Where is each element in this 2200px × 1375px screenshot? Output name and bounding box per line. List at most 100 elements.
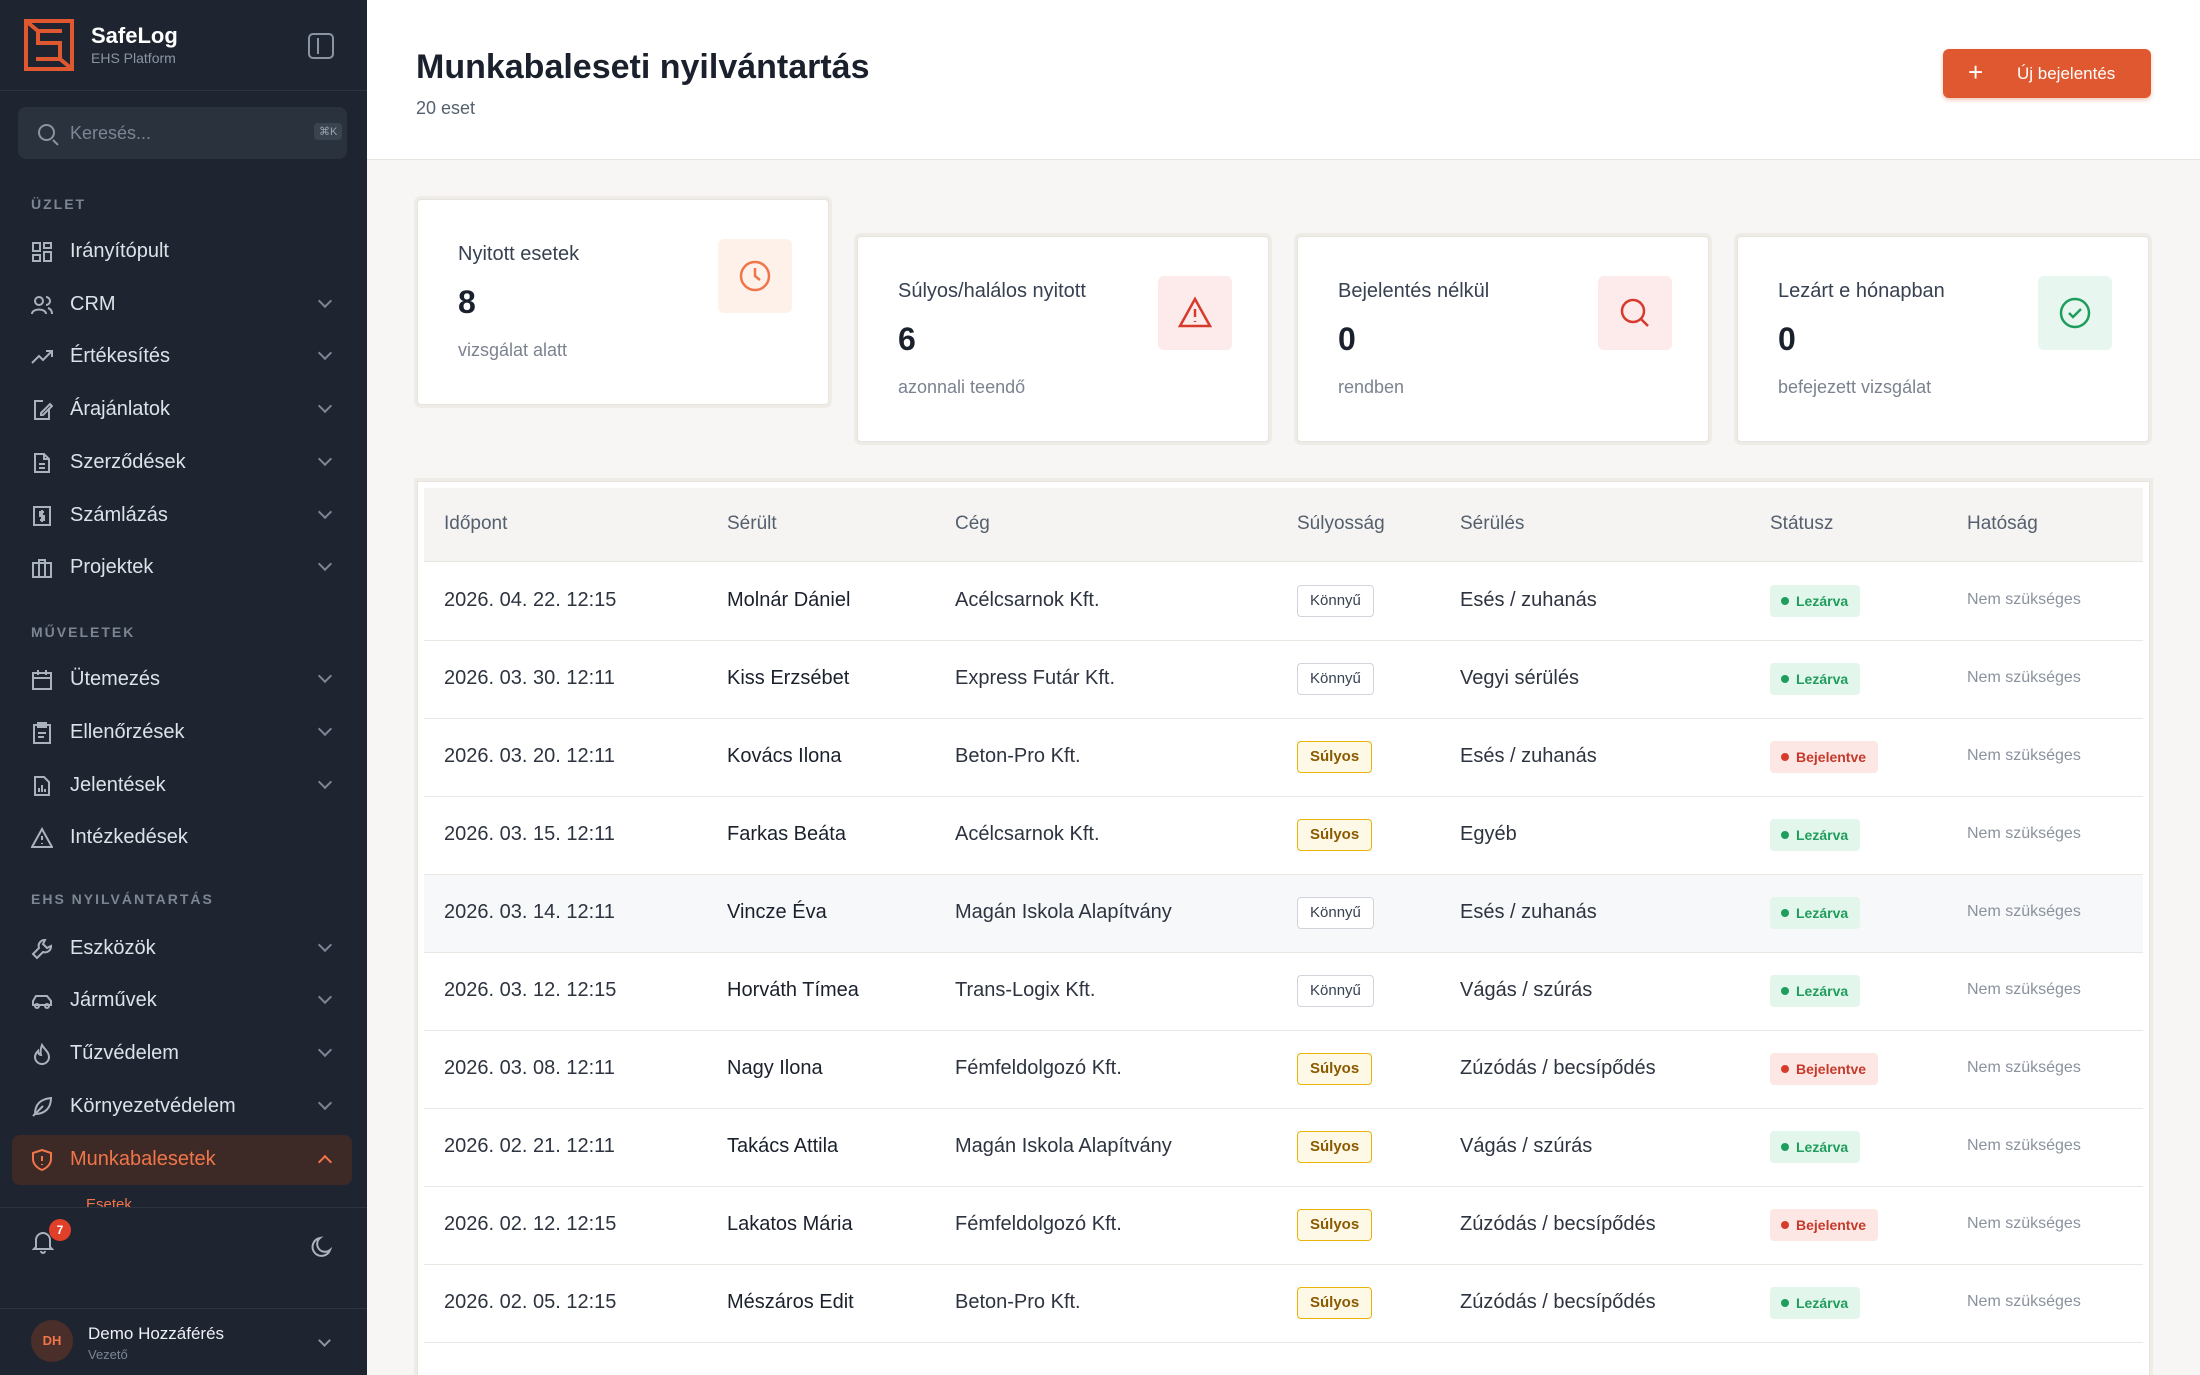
search-icon <box>1598 276 1672 350</box>
sidebar-item-work-accidents[interactable]: Munkabalesetek <box>12 1135 352 1185</box>
flame-icon <box>33 1043 51 1065</box>
sidebar-item-label: Tűzvédelem <box>70 1042 179 1064</box>
cell-authority: Nem szükséges <box>1967 1059 2081 1076</box>
severity-badge: Könnyű <box>1297 663 1374 695</box>
sidebar-item-fire-safety[interactable]: Tűzvédelem <box>12 1029 352 1079</box>
cell-injury: Vegyi sérülés <box>1460 667 1579 689</box>
stat-card-subtitle: azonnali teendő <box>898 377 1026 397</box>
sidebar-item-label: Szerződések <box>70 451 186 473</box>
cell-time: 2026. 03. 12. 12:15 <box>444 979 617 1001</box>
stat-card-title: Lezárt e hónapban <box>1778 280 1945 302</box>
cell-injured: Kovács Ilona <box>727 745 842 767</box>
cell-authority: Nem szükséges <box>1967 1293 2081 1310</box>
file-text-icon <box>34 453 50 473</box>
column-header-injury[interactable]: Sérülés <box>1460 513 1524 535</box>
sidebar-item-quotes[interactable]: Árajánlatok <box>12 385 352 435</box>
sidebar-item-inspections[interactable]: Ellenőrzések <box>12 708 352 758</box>
new-report-button[interactable]: + Új bejelentés <box>1943 49 2151 98</box>
cell-injury: Zúzódás / becsípődés <box>1460 1057 1656 1079</box>
avatar: DH <box>31 1320 73 1362</box>
sidebar-item-actions[interactable]: Intézkedések <box>12 813 352 863</box>
sidebar-item-label: Munkabalesetek <box>70 1148 216 1170</box>
chevron-down-icon <box>317 556 333 572</box>
chevron-down-icon <box>317 937 333 953</box>
moon-icon[interactable] <box>310 1235 334 1259</box>
chevron-down-icon <box>317 451 333 467</box>
sidebar-item-sales[interactable]: Értékesítés <box>12 332 352 382</box>
column-header-status[interactable]: Státusz <box>1770 513 1833 535</box>
table-row[interactable]: 2026. 03. 08. 12:11 Nagy Ilona Fémfeldolgo… <box>424 1031 2143 1109</box>
cell-time: 2026. 03. 14. 12:11 <box>444 901 615 923</box>
cell-injured: Kiss Erzsébet <box>727 667 850 689</box>
warning-icon <box>1158 276 1232 350</box>
sidebar-item-reports[interactable]: Jelentések <box>12 761 352 811</box>
chevron-down-icon <box>318 1334 331 1347</box>
sidebar-item-label: Ellenőrzések <box>70 721 185 743</box>
severity-badge: Súlyos <box>1297 1053 1373 1085</box>
sidebar-item-billing[interactable]: Számlázás <box>12 491 352 541</box>
sidebar-item-tools[interactable]: Eszközök <box>12 924 352 974</box>
sidebar-collapse-icon[interactable] <box>308 33 334 59</box>
status-badge: Lezárva <box>1770 897 1861 929</box>
status-badge: Lezárva <box>1770 975 1861 1007</box>
sidebar-item-label: Irányítópult <box>70 240 169 262</box>
cell-company: Beton-Pro Kft. <box>955 1291 1081 1313</box>
page-header: Munkabaleseti nyilvántartás 20 eset + Új… <box>367 0 2200 160</box>
file-edit-icon <box>34 400 53 420</box>
status-badge: Lezárva <box>1770 585 1861 617</box>
sidebar: SafeLog EHS Platform ⌘K ÜZLET Irányítópu… <box>0 0 367 1375</box>
cell-injured: Farkas Beáta <box>727 823 846 845</box>
sidebar-item-dashboard[interactable]: Irányítópult <box>12 227 352 277</box>
incidents-table: Időpont Sérült Cég Súlyosság Sérülés Stá… <box>417 481 2150 1375</box>
table-header: Időpont Sérült Cég Súlyosság Sérülés Stá… <box>424 488 2143 562</box>
sidebar-item-vehicles[interactable]: Járművek <box>12 976 352 1026</box>
cell-injury: Zúzódás / becsípődés <box>1460 1291 1656 1313</box>
cell-injury: Vágás / szúrás <box>1460 1135 1593 1157</box>
table-row[interactable]: 2026. 03. 15. 12:11 Farkas Beáta Acélcsarn… <box>424 797 2143 875</box>
column-header-authority[interactable]: Hatóság <box>1967 513 2038 535</box>
table-row[interactable]: 2026. 02. 21. 12:11 Takács Attila Magán Is… <box>424 1109 2143 1187</box>
table-row[interactable]: 2026. 02. 05. 12:15 Mészáros Edit Beton-Pr… <box>424 1265 2143 1343</box>
search-box[interactable]: ⌘K <box>18 107 347 159</box>
search-input[interactable] <box>70 118 290 148</box>
sidebar-item-scheduling[interactable]: Ütemezés <box>12 655 352 705</box>
column-header-injured[interactable]: Sérült <box>727 513 777 535</box>
column-header-company[interactable]: Cég <box>955 513 990 535</box>
column-header-severity[interactable]: Súlyosság <box>1297 513 1385 535</box>
cell-company: Acélcsarnok Kft. <box>955 589 1100 611</box>
user-menu[interactable]: DH Demo Hozzáférés Vezető <box>0 1308 367 1375</box>
sidebar-item-environment[interactable]: Környezetvédelem <box>12 1082 352 1132</box>
chevron-down-icon <box>317 668 333 684</box>
cell-injury: Esés / zuhanás <box>1460 589 1597 611</box>
users-icon <box>31 296 53 315</box>
app-subtitle: EHS Platform <box>91 50 176 66</box>
table-row[interactable]: 2026. 03. 14. 12:11 Vincze Éva Magán Iskol… <box>424 875 2143 953</box>
table-row[interactable]: 2026. 04. 22. 12:15 Molnár Dániel Acélcsar… <box>424 563 2143 641</box>
stat-card-value: 8 <box>458 284 476 320</box>
cell-company: Acélcsarnok Kft. <box>955 823 1100 845</box>
cell-time: 2026. 03. 30. 12:11 <box>444 667 615 689</box>
sidebar-item-label: Értékesítés <box>70 345 171 367</box>
stat-card-subtitle: vizsgálat alatt <box>458 340 568 360</box>
cell-injury: Egyéb <box>1460 823 1517 845</box>
column-header-time[interactable]: Időpont <box>444 513 507 535</box>
table-row[interactable]: 2026. 03. 30. 12:11 Kiss Erzsébet Express … <box>424 641 2143 719</box>
chevron-down-icon <box>317 398 333 414</box>
clock-icon <box>718 239 792 313</box>
cell-time: 2026. 04. 22. 12:15 <box>444 589 617 611</box>
status-badge: Lezárva <box>1770 819 1861 851</box>
sidebar-item-crm[interactable]: CRM <box>12 280 352 330</box>
table-row[interactable]: 2026. 02. 12. 12:15 Lakatos Mária Fémfeldo… <box>424 1187 2143 1265</box>
sidebar-item-contracts[interactable]: Szerződések <box>12 438 352 488</box>
sidebar-item-label: CRM <box>70 293 116 315</box>
case-count: 20 eset <box>416 98 476 118</box>
table-row[interactable]: 2026. 03. 20. 12:11 Kovács Ilona Beton-Pro… <box>424 719 2143 797</box>
table-row[interactable]: 2026. 03. 12. 12:15 Horváth Tímea Trans-Lo… <box>424 953 2143 1031</box>
stat-card-severe-open: Súlyos/halálos nyitott 6 azonnali teendő <box>857 236 1269 442</box>
stat-card-title: Nyitott esetek <box>458 243 580 265</box>
cell-time: 2026. 02. 21. 12:11 <box>444 1135 615 1157</box>
new-report-label: Új bejelentés <box>2017 64 2116 83</box>
sidebar-item-projects[interactable]: Projektek <box>12 543 352 593</box>
chevron-down-icon <box>317 293 333 309</box>
cell-injured: Molnár Dániel <box>727 589 851 611</box>
